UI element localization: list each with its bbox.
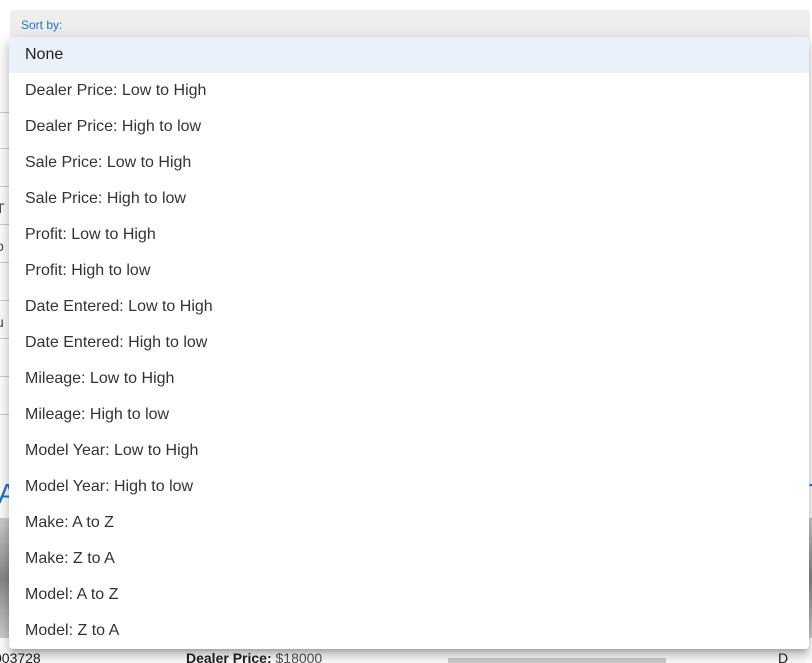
filter-label-fragment: u <box>0 314 4 330</box>
sort-option-model-year-desc[interactable]: Model Year: High to low <box>9 469 809 505</box>
sort-option-sale-price-asc[interactable]: Sale Price: Low to High <box>9 145 809 181</box>
sort-dropdown-menu: None Dealer Price: Low to High Dealer Pr… <box>9 37 809 649</box>
stock-number: 003728 <box>0 650 41 663</box>
dealer-price: Dealer Price: $18000 <box>186 650 322 663</box>
sort-option-dealer-price-asc[interactable]: Dealer Price: Low to High <box>9 73 809 109</box>
sort-select-field[interactable] <box>10 10 810 40</box>
vehicle-image[interactable] <box>448 658 666 663</box>
page: Sort by: T o u A T 003728 Dealer Price: … <box>0 0 812 663</box>
sort-by-label: Sort by: <box>21 18 63 32</box>
sort-options-list: None Dealer Price: Low to High Dealer Pr… <box>9 37 809 649</box>
dealer-price-label: Dealer Price: <box>186 650 272 663</box>
sort-option-dealer-price-desc[interactable]: Dealer Price: High to low <box>9 109 809 145</box>
sort-option-model-desc[interactable]: Model: Z to A <box>9 613 809 649</box>
filter-label-fragment: o <box>0 238 4 254</box>
sort-option-model-year-asc[interactable]: Model Year: Low to High <box>9 433 809 469</box>
sort-option-make-desc[interactable]: Make: Z to A <box>9 541 809 577</box>
sort-option-profit-desc[interactable]: Profit: High to low <box>9 253 809 289</box>
sort-option-date-entered-desc[interactable]: Date Entered: High to low <box>9 325 809 361</box>
filter-label-fragment: T <box>0 200 5 216</box>
sort-option-date-entered-asc[interactable]: Date Entered: Low to High <box>9 289 809 325</box>
sort-option-mileage-asc[interactable]: Mileage: Low to High <box>9 361 809 397</box>
sort-option-make-asc[interactable]: Make: A to Z <box>9 505 809 541</box>
sort-option-none[interactable]: None <box>9 37 809 73</box>
dealer-price-value: $18000 <box>275 650 323 663</box>
sort-option-profit-asc[interactable]: Profit: Low to High <box>9 217 809 253</box>
sort-option-mileage-desc[interactable]: Mileage: High to low <box>9 397 809 433</box>
sort-option-model-asc[interactable]: Model: A to Z <box>9 577 809 613</box>
sort-option-sale-price-desc[interactable]: Sale Price: High to low <box>9 181 809 217</box>
card-text-fragment: D <box>778 650 789 663</box>
